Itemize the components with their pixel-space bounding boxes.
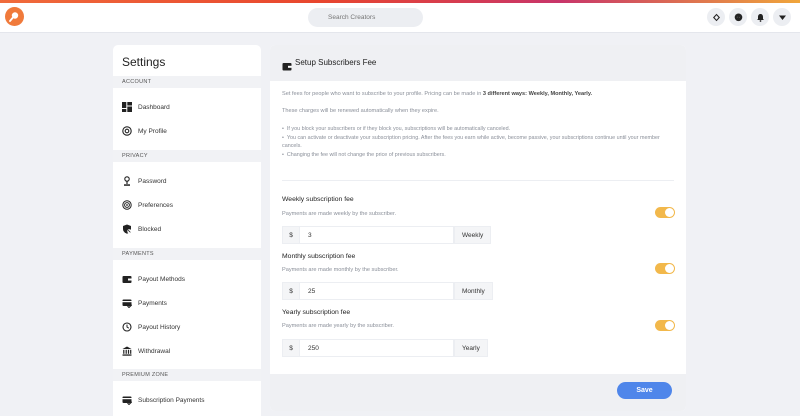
weekly-fee-label: Weekly subscription fee <box>282 196 354 203</box>
panel-header: Setup Subscribers Fee <box>270 45 686 81</box>
bell-icon[interactable] <box>751 8 769 26</box>
panel-title: Setup Subscribers Fee <box>295 58 377 67</box>
toggle-knob <box>665 321 674 330</box>
section-account: ACCOUNT <box>113 76 261 88</box>
shield-block-icon <box>122 224 132 234</box>
list-item: If you block your subscribers or if they… <box>282 125 678 134</box>
search-input[interactable] <box>308 8 423 27</box>
sidebar-item-label: Withdrawal <box>138 347 171 355</box>
save-button[interactable]: Save <box>617 382 672 399</box>
sidebar-item-label: My Profile <box>138 127 167 135</box>
yearly-fee-toggle[interactable] <box>655 320 675 331</box>
list-item: Changing the fee will not change the pri… <box>282 151 678 160</box>
monthly-fee-toggle[interactable] <box>655 263 675 274</box>
top-bar <box>0 3 800 33</box>
list-item: You can activate or deactivate your subs… <box>282 134 678 151</box>
monthly-fee-input-group: $ Monthly <box>282 282 493 300</box>
period-addon: Weekly <box>454 226 492 244</box>
target-icon <box>122 200 132 210</box>
yearly-fee-sub: Payments are made yearly by the subscrib… <box>282 323 394 329</box>
currency-symbol: $ <box>282 339 300 357</box>
sidebar-item-label: Payout History <box>138 323 181 331</box>
weekly-fee-input[interactable] <box>300 226 454 244</box>
sidebar-title: Settings <box>122 55 166 69</box>
subscribers-fee-panel: Setup Subscribers Fee Set fees for peopl… <box>270 45 686 411</box>
section-premium-zone: PREMIUM ZONE <box>113 369 261 381</box>
sidebar-item-label: Password <box>138 177 167 185</box>
toggle-knob <box>665 264 674 273</box>
key-icon <box>122 176 132 186</box>
section-privacy: PRIVACY <box>113 150 261 162</box>
sidebar-item-label: Blocked <box>138 225 162 233</box>
currency-symbol: $ <box>282 282 300 300</box>
yearly-fee-label: Yearly subscription fee <box>282 309 351 316</box>
sidebar-item-my-profile[interactable]: My Profile <box>122 124 257 138</box>
dashboard-icon <box>122 102 132 112</box>
wallet-icon <box>122 274 132 284</box>
sidebar-item-preferences[interactable]: Preferences <box>122 198 257 212</box>
period-addon: Yearly <box>454 339 488 357</box>
section-payments: PAYMENTS <box>113 248 261 260</box>
period-addon: Monthly <box>454 282 493 300</box>
at-sign-icon <box>122 126 132 136</box>
sidebar-item-label: Preferences <box>138 201 174 209</box>
rules-list: If you block your subscribers or if they… <box>282 125 678 159</box>
card-check-icon <box>122 395 132 405</box>
panel-description: Set fees for people who want to subscrib… <box>282 90 678 99</box>
currency-symbol: $ <box>282 226 300 244</box>
sidebar-item-label: Dashboard <box>138 103 170 111</box>
sidebar-item-subscription-payments[interactable]: Subscription Payments <box>122 393 257 407</box>
weekly-fee-toggle[interactable] <box>655 207 675 218</box>
weekly-fee-input-group: $ Weekly <box>282 226 492 244</box>
sidebar-item-label: Payments <box>138 299 167 307</box>
monthly-fee-sub: Payments are made monthly by the subscri… <box>282 267 399 273</box>
monthly-fee-input[interactable] <box>300 282 454 300</box>
yearly-fee-input-group: $ Yearly <box>282 339 488 357</box>
yearly-fee-input[interactable] <box>300 339 454 357</box>
diamond-icon[interactable] <box>707 8 725 26</box>
card-check-icon <box>122 298 132 308</box>
sidebar-item-blocked[interactable]: Blocked <box>122 222 257 236</box>
toggle-knob <box>665 208 674 217</box>
description-bold-text: 3 different ways: Weekly, Monthly, Yearl… <box>482 91 593 97</box>
sidebar-item-payout-history[interactable]: Payout History <box>122 320 257 334</box>
monthly-fee-label: Monthly subscription fee <box>282 253 356 260</box>
sidebar-item-label: Payout Methods <box>138 275 185 283</box>
sidebar-item-password[interactable]: Password <box>122 174 257 188</box>
sidebar-item-dashboard[interactable]: Dashboard <box>122 100 257 114</box>
history-icon <box>122 322 132 332</box>
wallet-icon <box>282 58 292 76</box>
renewal-note: These charges will be renewed automatica… <box>282 108 439 114</box>
sidebar-item-label: Subscription Payments <box>138 396 205 404</box>
bank-icon <box>122 346 132 356</box>
weekly-fee-sub: Payments are made weekly by the subscrib… <box>282 211 397 217</box>
logo-icon[interactable] <box>5 7 24 26</box>
messenger-icon[interactable] <box>729 8 747 26</box>
caret-down-icon[interactable] <box>773 8 791 26</box>
sidebar-item-payments[interactable]: Payments <box>122 296 257 310</box>
sidebar-item-withdrawal[interactable]: Withdrawal <box>122 344 257 358</box>
divider <box>282 180 674 181</box>
panel-footer: Save <box>270 374 686 411</box>
description-text: Set fees for people who want to subscrib… <box>282 91 483 97</box>
sidebar-item-payout-methods[interactable]: Payout Methods <box>122 272 257 286</box>
settings-sidebar: Settings ACCOUNT Dashboard My Profile PR… <box>113 45 261 416</box>
